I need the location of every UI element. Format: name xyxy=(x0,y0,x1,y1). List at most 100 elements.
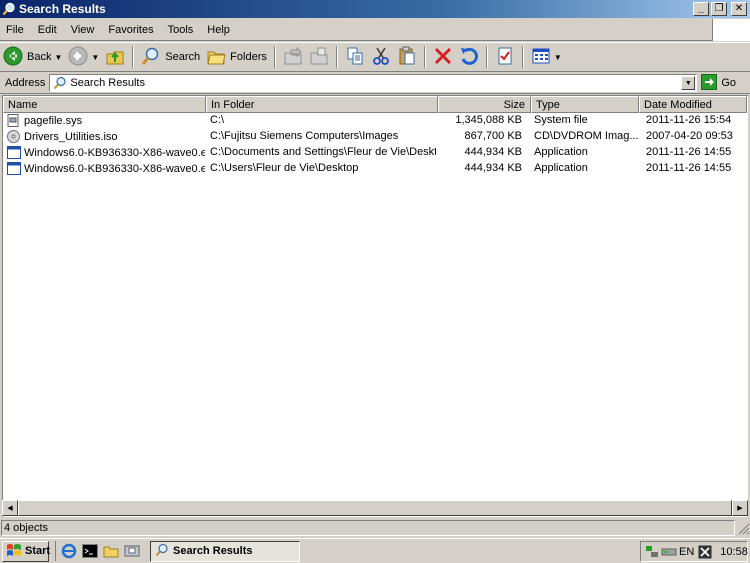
language-indicator[interactable]: EN xyxy=(679,546,694,558)
tray-x-icon[interactable] xyxy=(698,544,712,560)
forward-dropdown-icon[interactable]: ▼ xyxy=(91,53,99,62)
file-name-cell: Windows6.0-KB936330-X86-wave0.exe xyxy=(7,146,205,159)
address-input[interactable]: Search Results ▼ xyxy=(49,74,698,92)
file-modified: 2011-11-26 14:55 xyxy=(646,162,732,174)
menu-help[interactable]: Help xyxy=(201,24,238,36)
paste-button[interactable] xyxy=(394,44,420,70)
search-button[interactable]: Search xyxy=(138,44,203,70)
file-modified: 2007-04-20 09:53 xyxy=(646,130,733,142)
address-label: Address xyxy=(5,77,46,89)
copy-to-button[interactable] xyxy=(306,44,332,70)
scroll-thumb[interactable] xyxy=(18,500,732,516)
network-icon[interactable] xyxy=(645,544,659,560)
search-icon xyxy=(53,76,67,90)
file-name-cell: Drivers_Utilities.iso xyxy=(7,130,205,143)
toolbar-separator xyxy=(273,46,276,68)
horizontal-scrollbar[interactable]: ◀ ▶ xyxy=(2,500,748,516)
internet-explorer-icon[interactable] xyxy=(60,542,78,560)
menu-file[interactable]: File xyxy=(0,24,32,36)
file-folder: C:\Fujitsu Siemens Computers\Images xyxy=(210,130,399,142)
properties-button[interactable] xyxy=(492,44,518,70)
copy-button[interactable] xyxy=(342,44,368,70)
application-icon xyxy=(7,146,21,159)
menu-bar: File Edit View Favorites Tools Help xyxy=(0,19,712,41)
command-prompt-icon[interactable] xyxy=(81,542,99,560)
search-label: Search xyxy=(165,51,201,63)
file-row[interactable]: Windows6.0-KB936330-X86-wave0.exe C:\Doc… xyxy=(3,145,747,161)
windows-logo-icon xyxy=(6,543,22,560)
search-results-list[interactable]: Name In Folder Size Type Date Modified p… xyxy=(2,95,748,517)
show-desktop-icon[interactable] xyxy=(123,542,141,560)
window-title: Search Results xyxy=(19,2,106,16)
file-row[interactable]: Drivers_Utilities.iso C:\Fujitsu Siemens… xyxy=(3,129,747,145)
toolbar-separator xyxy=(335,46,338,68)
menu-view[interactable]: View xyxy=(65,24,103,36)
resize-grip-icon[interactable] xyxy=(736,520,750,536)
file-modified: 2011-11-26 14:55 xyxy=(646,146,732,158)
toolbar-separator xyxy=(423,46,426,68)
up-folder-button[interactable] xyxy=(102,44,128,70)
column-header-in-folder[interactable]: In Folder xyxy=(206,96,438,113)
go-button[interactable]: Go xyxy=(701,73,736,93)
cut-button[interactable] xyxy=(368,44,394,70)
clipboard-icon xyxy=(397,46,417,69)
title-bar[interactable]: Search Results _ ❐ ✕ xyxy=(0,0,750,18)
toolbar-separator xyxy=(132,46,135,68)
standard-toolbar: Back ▼ ▼ Search Folders ▼ xyxy=(0,42,750,72)
scroll-right-button[interactable]: ▶ xyxy=(732,500,748,516)
file-size: 1,345,088 KB xyxy=(455,114,522,126)
close-button[interactable]: ✕ xyxy=(731,2,747,16)
disc-image-icon xyxy=(7,130,21,143)
file-name: Drivers_Utilities.iso xyxy=(24,130,118,143)
status-panel: 4 objects xyxy=(1,520,735,536)
copy-to-icon xyxy=(309,46,329,69)
restore-button[interactable]: ❐ xyxy=(711,2,727,16)
delete-button[interactable] xyxy=(430,44,456,70)
forward-arrow-icon xyxy=(68,46,88,69)
file-size: 867,700 KB xyxy=(464,130,523,142)
views-button[interactable]: ▼ xyxy=(528,44,565,70)
menu-favorites[interactable]: Favorites xyxy=(102,24,161,36)
move-to-icon xyxy=(283,46,303,69)
file-type: CD\DVDROM Imag... xyxy=(534,130,638,142)
file-modified: 2011-11-26 15:54 xyxy=(646,114,732,126)
address-dropdown-icon[interactable]: ▼ xyxy=(681,76,696,90)
properties-icon xyxy=(495,46,515,69)
file-folder: C:\Users\Fleur de Vie\Desktop xyxy=(210,162,359,174)
menu-tools[interactable]: Tools xyxy=(162,24,202,36)
search-icon xyxy=(155,543,169,560)
go-arrow-icon xyxy=(701,73,718,93)
hardware-drive-icon[interactable] xyxy=(661,544,677,560)
views-dropdown-icon[interactable]: ▼ xyxy=(554,53,562,62)
folders-label: Folders xyxy=(230,51,267,63)
menu-edit[interactable]: Edit xyxy=(32,24,65,36)
forward-button[interactable]: ▼ xyxy=(65,44,102,70)
column-header-name[interactable]: Name xyxy=(3,96,206,113)
back-label: Back xyxy=(27,51,52,63)
column-header-date-modified[interactable]: Date Modified xyxy=(639,96,747,113)
move-to-button[interactable] xyxy=(280,44,306,70)
explorer-folder-icon[interactable] xyxy=(102,542,120,560)
back-dropdown-icon[interactable]: ▼ xyxy=(54,53,62,62)
back-button[interactable]: Back ▼ xyxy=(0,44,65,70)
search-icon xyxy=(141,46,161,69)
start-button[interactable]: Start xyxy=(2,540,50,562)
file-name: Windows6.0-KB936330-X86-wave0.exe xyxy=(24,146,205,159)
column-header-type[interactable]: Type xyxy=(531,96,639,113)
scroll-left-button[interactable]: ◀ xyxy=(2,500,18,516)
file-row[interactable]: pagefile.sys C:\ 1,345,088 KB System fil… xyxy=(3,113,747,129)
folders-button[interactable]: Folders xyxy=(203,44,270,70)
file-name: Windows6.0-KB936330-X86-wave0.exe xyxy=(24,162,205,175)
undo-button[interactable] xyxy=(456,44,482,70)
file-name-cell: pagefile.sys xyxy=(7,114,205,127)
column-header-size[interactable]: Size xyxy=(438,96,531,113)
file-row[interactable]: Windows6.0-KB936330-X86-wave0.exe C:\Use… xyxy=(3,161,747,177)
taskbar-item-search-results[interactable]: Search Results xyxy=(150,540,300,562)
views-icon xyxy=(531,46,551,69)
undo-icon xyxy=(459,46,479,69)
minimize-button[interactable]: _ xyxy=(693,2,709,16)
quick-launch xyxy=(55,541,144,561)
address-value: Search Results xyxy=(70,77,145,89)
file-folder: C:\ xyxy=(210,114,225,126)
taskbar: Start Search Results EN 10:58 xyxy=(0,538,750,563)
